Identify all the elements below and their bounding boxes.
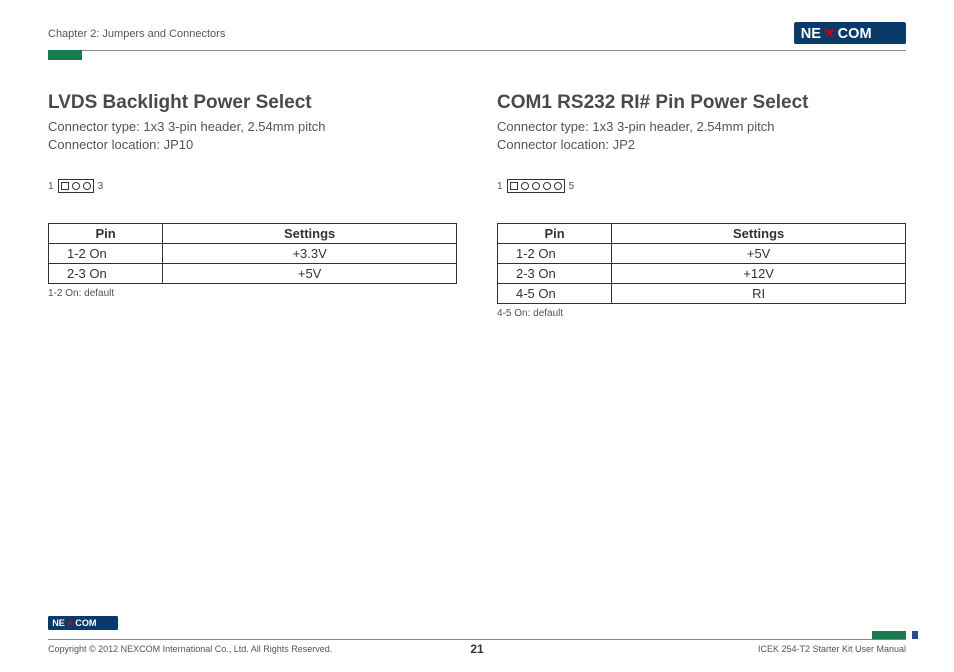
- svg-text:✕: ✕: [823, 26, 835, 42]
- pin-4-circle: [543, 182, 551, 190]
- left-pin-1: 2-3 On: [49, 264, 163, 284]
- copyright-text: Copyright © 2012 NEXCOM International Co…: [48, 644, 332, 654]
- left-desc: Connector type: 1x3 3-pin header, 2.54mm…: [48, 118, 457, 153]
- right-column: COM1 RS232 RI# Pin Power Select Connecto…: [497, 92, 906, 319]
- right-conn-type: Connector type: 1x3 3-pin header, 2.54mm…: [497, 118, 906, 136]
- left-pin-0: 1-2 On: [49, 244, 163, 264]
- right-pin-end: 5: [569, 181, 575, 192]
- right-set-2: RI: [612, 284, 906, 304]
- right-th-set: Settings: [612, 224, 906, 244]
- manual-title: ICEK 254-T2 Starter Kit User Manual: [758, 644, 906, 654]
- right-pin-2: 4-5 On: [498, 284, 612, 304]
- pin-3-circle: [83, 182, 91, 190]
- pin-5-circle: [554, 182, 562, 190]
- footer-line: Copyright © 2012 NEXCOM International Co…: [48, 639, 906, 654]
- page-footer: NE ✕ COM Copyright © 2012 NEXCOM Interna…: [48, 616, 906, 654]
- left-default: 1-2 On: default: [48, 288, 457, 299]
- left-conn-loc: Connector location: JP10: [48, 136, 457, 154]
- chapter-title: Chapter 2: Jumpers and Connectors: [48, 28, 225, 44]
- page-header: Chapter 2: Jumpers and Connectors NE ✕ C…: [48, 22, 906, 51]
- table-row: 1-2 On +3.3V: [49, 244, 457, 264]
- table-row: 4-5 On RI: [498, 284, 906, 304]
- left-pin-start: 1: [48, 181, 54, 192]
- right-default: 4-5 On: default: [497, 308, 906, 319]
- right-pin-0: 1-2 On: [498, 244, 612, 264]
- left-pin-end: 3: [98, 181, 104, 192]
- right-pin-1: 2-3 On: [498, 264, 612, 284]
- right-desc: Connector type: 1x3 3-pin header, 2.54mm…: [497, 118, 906, 153]
- right-set-1: +12V: [612, 264, 906, 284]
- table-row: 2-3 On +5V: [49, 264, 457, 284]
- table-row: 1-2 On +5V: [498, 244, 906, 264]
- svg-text:COM: COM: [75, 618, 96, 628]
- svg-text:NE: NE: [801, 26, 822, 42]
- pin-3-circle: [532, 182, 540, 190]
- svg-text:NE: NE: [52, 618, 65, 628]
- left-jumper-diagram: 1 3: [48, 179, 457, 193]
- jumper-box: [507, 179, 565, 193]
- footer-blue-tab: [912, 631, 918, 639]
- footer-green-tab: [872, 631, 906, 639]
- svg-text:✕: ✕: [66, 618, 74, 628]
- nexcom-logo-footer: NE ✕ COM: [48, 616, 118, 630]
- pin-2-circle: [72, 182, 80, 190]
- nexcom-logo: NE ✕ COM: [794, 22, 906, 44]
- pin-2-circle: [521, 182, 529, 190]
- left-th-pin: Pin: [49, 224, 163, 244]
- right-pin-start: 1: [497, 181, 503, 192]
- left-title: LVDS Backlight Power Select: [48, 92, 457, 114]
- right-title: COM1 RS232 RI# Pin Power Select: [497, 92, 906, 114]
- pin-1-square: [510, 182, 518, 190]
- left-table: Pin Settings 1-2 On +3.3V 2-3 On +5V: [48, 223, 457, 284]
- left-column: LVDS Backlight Power Select Connector ty…: [48, 92, 457, 319]
- left-set-0: +3.3V: [163, 244, 457, 264]
- right-jumper-diagram: 1 5: [497, 179, 906, 193]
- jumper-box: [58, 179, 94, 193]
- right-conn-loc: Connector location: JP2: [497, 136, 906, 154]
- table-row: 2-3 On +12V: [498, 264, 906, 284]
- left-set-1: +5V: [163, 264, 457, 284]
- svg-text:COM: COM: [838, 26, 872, 42]
- right-th-pin: Pin: [498, 224, 612, 244]
- main-content: LVDS Backlight Power Select Connector ty…: [48, 92, 906, 319]
- header-green-tab: [48, 50, 82, 60]
- right-table: Pin Settings 1-2 On +5V 2-3 On +12V 4-5 …: [497, 223, 906, 304]
- page-number: 21: [470, 642, 483, 656]
- pin-1-square: [61, 182, 69, 190]
- left-conn-type: Connector type: 1x3 3-pin header, 2.54mm…: [48, 118, 457, 136]
- left-th-set: Settings: [163, 224, 457, 244]
- right-set-0: +5V: [612, 244, 906, 264]
